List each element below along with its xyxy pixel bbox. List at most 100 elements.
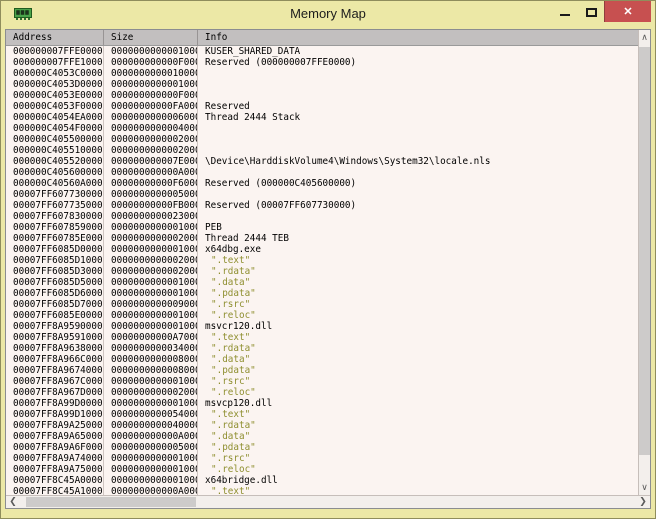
cell-info: msvcp120.dll bbox=[198, 398, 638, 409]
cell-info bbox=[198, 123, 638, 134]
cell-address: 000000C40560A000 bbox=[6, 178, 104, 189]
table-row[interactable]: 00007FF8C45A1000000000000000A000".text" bbox=[6, 486, 638, 495]
table-row[interactable]: 000000C4055000000000000000002000 bbox=[6, 134, 638, 145]
column-header-size[interactable]: Size bbox=[104, 30, 198, 45]
table-row[interactable]: 00007FF6085D60000000000000001000".pdata" bbox=[6, 288, 638, 299]
close-button[interactable]: ✕ bbox=[604, 1, 651, 22]
cell-address: 00007FF6085D3000 bbox=[6, 266, 104, 277]
table-row[interactable]: 000000007FFE1000000000000000F000Reserved… bbox=[6, 57, 638, 68]
table-row[interactable]: 00007FF8A99D00000000000000001000msvcp120… bbox=[6, 398, 638, 409]
cell-info: x64dbg.exe bbox=[198, 244, 638, 255]
table-row[interactable]: 00007FF6085D10000000000000002000".text" bbox=[6, 255, 638, 266]
table-row[interactable]: 00007FF8A959100000000000000A7000".text" bbox=[6, 332, 638, 343]
cell-address: 00007FF8A99D0000 bbox=[6, 398, 104, 409]
cell-info: ".reloc" bbox=[198, 464, 638, 475]
table-row[interactable]: 00007FF8A9A6F0000000000000005000".pdata" bbox=[6, 442, 638, 453]
horizontal-scrollbar[interactable]: ❮ ❯ bbox=[6, 495, 650, 508]
maximize-button[interactable] bbox=[578, 1, 604, 22]
cell-size: 000000000000A000 bbox=[104, 486, 198, 495]
table-row[interactable]: 00007FF6085D30000000000000002000".rdata" bbox=[6, 266, 638, 277]
table-row[interactable]: 000000C4053E0000000000000000F000 bbox=[6, 90, 638, 101]
cell-size: 0000000000001000 bbox=[104, 244, 198, 255]
cell-size: 0000000000040000 bbox=[104, 420, 198, 431]
cell-size: 0000000000005000 bbox=[104, 442, 198, 453]
cell-size: 0000000000002000 bbox=[104, 387, 198, 398]
table-row[interactable]: 00007FF8A9A750000000000000001000".reloc" bbox=[6, 464, 638, 475]
scroll-down-arrow-icon[interactable]: ∨ bbox=[639, 481, 650, 495]
table-row[interactable]: 000000C4053C00000000000000010000 bbox=[6, 68, 638, 79]
cell-info: ".text" bbox=[198, 409, 638, 420]
close-icon: ✕ bbox=[623, 5, 632, 18]
cell-info: ".rdata" bbox=[198, 343, 638, 354]
horizontal-scrollbar-thumb[interactable] bbox=[26, 497, 196, 507]
cell-address: 00007FF6085D5000 bbox=[6, 277, 104, 288]
table-row[interactable]: 00007FF8A966C0000000000000008000".data" bbox=[6, 354, 638, 365]
vertical-scrollbar-thumb[interactable] bbox=[639, 47, 650, 455]
table-row[interactable]: 00007FF6085D70000000000000009000".rsrc" bbox=[6, 299, 638, 310]
cell-info: Thread 2444 TEB bbox=[198, 233, 638, 244]
titlebar[interactable]: Memory Map ✕ bbox=[1, 1, 655, 28]
table-row[interactable]: 00007FF8A99D10000000000000054000".text" bbox=[6, 409, 638, 420]
table-row[interactable]: 00007FF6085D00000000000000001000x64dbg.e… bbox=[6, 244, 638, 255]
cell-address: 000000C405510000 bbox=[6, 145, 104, 156]
table-row[interactable]: 000000C4054F00000000000000004000 bbox=[6, 123, 638, 134]
table-row[interactable]: 000000C405600000000000000000A000 bbox=[6, 167, 638, 178]
table-row[interactable]: 00007FF6078590000000000000001000PEB bbox=[6, 222, 638, 233]
window-controls: ✕ bbox=[552, 1, 651, 22]
scroll-right-arrow-icon[interactable]: ❯ bbox=[636, 496, 650, 508]
cell-address: 00007FF6085D7000 bbox=[6, 299, 104, 310]
cell-size: 000000000007E000 bbox=[104, 156, 198, 167]
table-row[interactable]: 00007FF60773500000000000000FB000Reserved… bbox=[6, 200, 638, 211]
vertical-scrollbar[interactable]: ∧ ∨ bbox=[638, 30, 650, 495]
cell-info: ".rsrc" bbox=[198, 299, 638, 310]
cell-address: 00007FF8A9A6F000 bbox=[6, 442, 104, 453]
column-header-info[interactable]: Info bbox=[198, 30, 638, 45]
cell-size: 000000000000A000 bbox=[104, 431, 198, 442]
cell-size: 00000000000FA000 bbox=[104, 101, 198, 112]
cell-size: 0000000000008000 bbox=[104, 354, 198, 365]
table-row[interactable]: 00007FF8A95900000000000000001000msvcr120… bbox=[6, 321, 638, 332]
cell-info: PEB bbox=[198, 222, 638, 233]
table-row[interactable]: 00007FF6078300000000000000023000 bbox=[6, 211, 638, 222]
table-row[interactable]: 00007FF8A96740000000000000008000".pdata" bbox=[6, 365, 638, 376]
scroll-left-arrow-icon[interactable]: ❮ bbox=[6, 496, 20, 508]
table-row[interactable]: 00007FF8A9A65000000000000000A000".data" bbox=[6, 431, 638, 442]
scroll-up-arrow-icon[interactable]: ∧ bbox=[639, 30, 650, 46]
table-header: Address Size Info bbox=[6, 30, 638, 46]
table-row[interactable]: 00007FF8A9A250000000000000040000".rdata" bbox=[6, 420, 638, 431]
table-row[interactable]: 00007FF6085E00000000000000001000".reloc" bbox=[6, 310, 638, 321]
table-row[interactable]: 00007FF8A967D0000000000000002000".reloc" bbox=[6, 387, 638, 398]
table-row[interactable]: 000000C4054EA0000000000000006000Thread 2… bbox=[6, 112, 638, 123]
cell-info: ".data" bbox=[198, 277, 638, 288]
cell-address: 00007FF8C45A1000 bbox=[6, 486, 104, 495]
table-row[interactable]: 00007FF6085D50000000000000001000".data" bbox=[6, 277, 638, 288]
table-row[interactable]: 000000007FFE00000000000000001000KUSER_SH… bbox=[6, 46, 638, 57]
cell-address: 00007FF60785E000 bbox=[6, 233, 104, 244]
minimize-button[interactable] bbox=[552, 1, 578, 22]
table-row[interactable]: 00007FF8A967C0000000000000001000".rsrc" bbox=[6, 376, 638, 387]
table-row[interactable]: 000000C4053D00000000000000001000 bbox=[6, 79, 638, 90]
cell-address: 00007FF8A967C000 bbox=[6, 376, 104, 387]
cell-size: 000000000000A000 bbox=[104, 167, 198, 178]
cell-size: 00000000000A7000 bbox=[104, 332, 198, 343]
cell-address: 000000C4053E0000 bbox=[6, 90, 104, 101]
cell-size: 0000000000001000 bbox=[104, 277, 198, 288]
cell-size: 0000000000006000 bbox=[104, 112, 198, 123]
cell-address: 00007FF8A966C000 bbox=[6, 354, 104, 365]
table-row[interactable]: 00007FF8A96380000000000000034000".rdata" bbox=[6, 343, 638, 354]
table-row[interactable]: 00007FF6077300000000000000005000 bbox=[6, 189, 638, 200]
cell-address: 00007FF8A9638000 bbox=[6, 343, 104, 354]
table-row[interactable]: 000000C40560A00000000000000F6000Reserved… bbox=[6, 178, 638, 189]
table-row[interactable]: 000000C4055100000000000000002000 bbox=[6, 145, 638, 156]
cell-address: 00007FF6085D0000 bbox=[6, 244, 104, 255]
table-row[interactable]: 000000C405520000000000000007E000\Device\… bbox=[6, 156, 638, 167]
table-row[interactable]: 00007FF60785E0000000000000002000Thread 2… bbox=[6, 233, 638, 244]
memory-map-window: Memory Map ✕ Address Size Info 000000007… bbox=[0, 0, 656, 519]
cell-address: 00007FF8A9A65000 bbox=[6, 431, 104, 442]
column-header-address[interactable]: Address bbox=[6, 30, 104, 45]
cell-size: 0000000000001000 bbox=[104, 475, 198, 486]
table-row[interactable]: 00007FF8C45A00000000000000001000x64bridg… bbox=[6, 475, 638, 486]
cell-info bbox=[198, 189, 638, 200]
table-row[interactable]: 000000C4053F000000000000000FA000Reserved bbox=[6, 101, 638, 112]
table-row[interactable]: 00007FF8A9A740000000000000001000".rsrc" bbox=[6, 453, 638, 464]
